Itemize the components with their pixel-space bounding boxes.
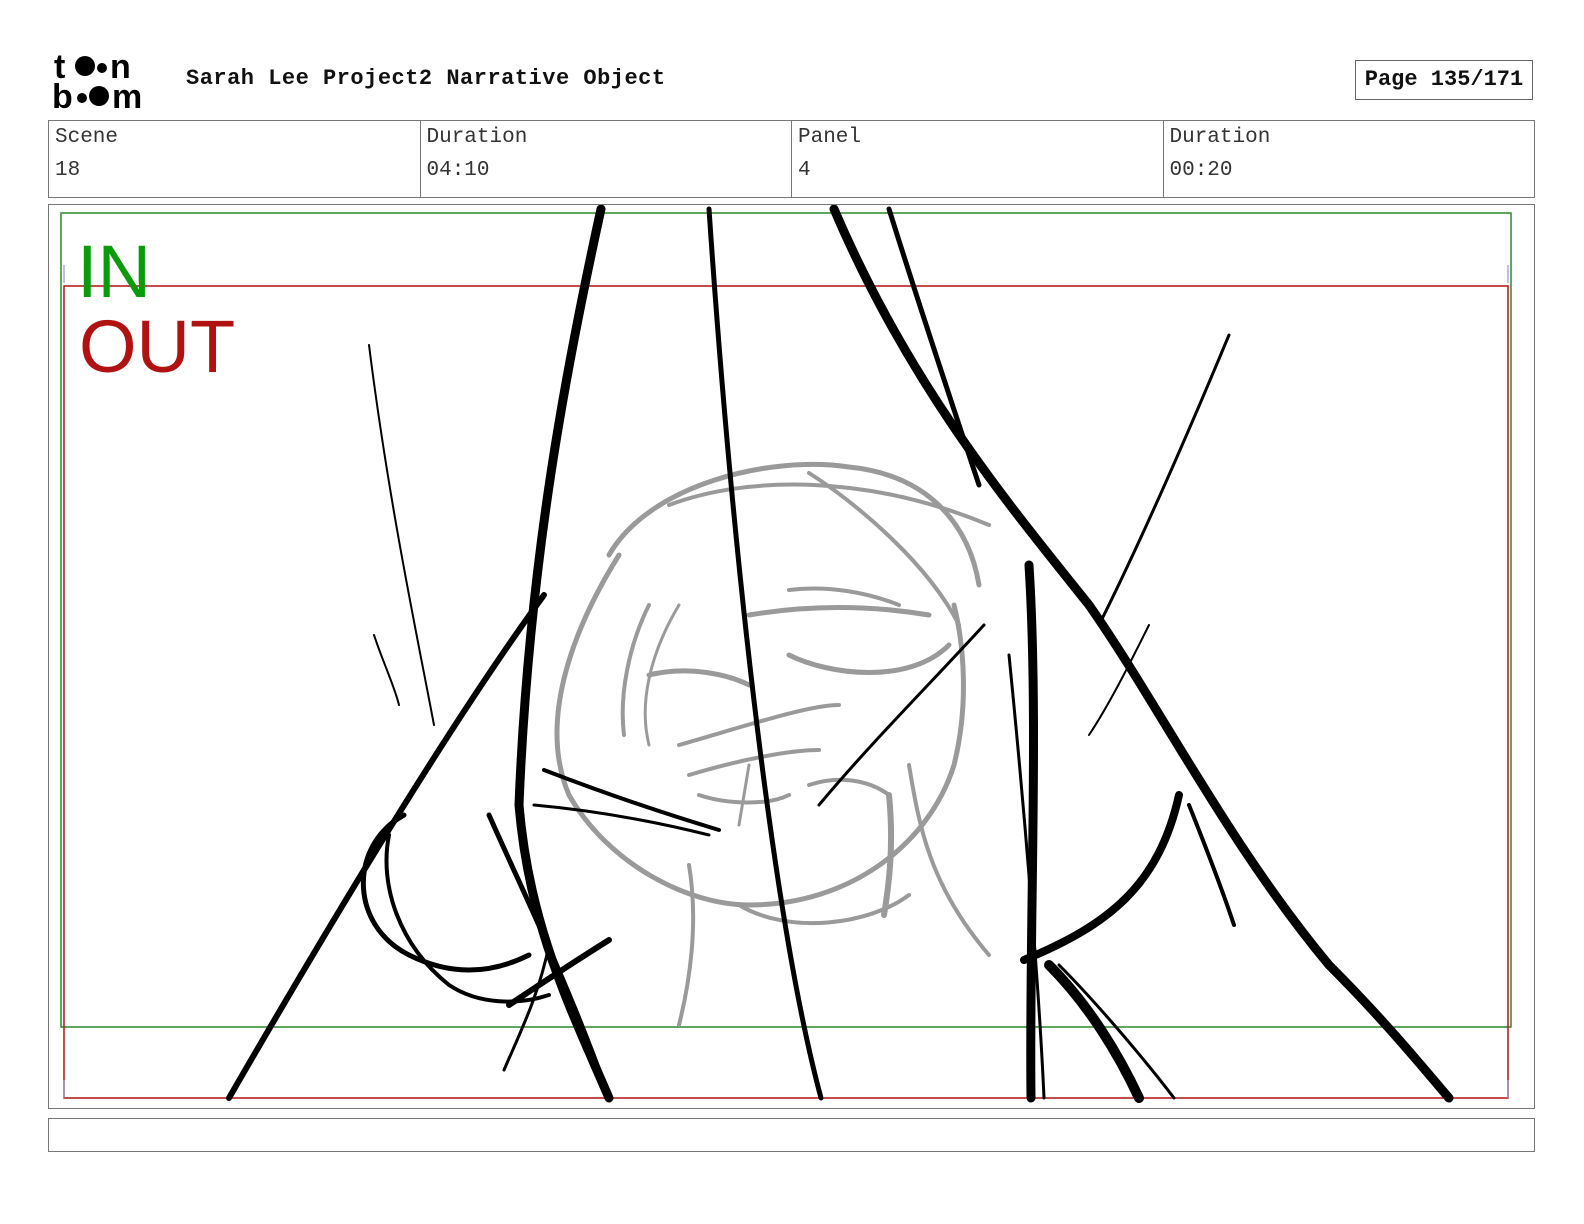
scene-duration-label: Duration: [426, 126, 528, 149]
svg-text:m: m: [112, 78, 142, 112]
scene-label: Scene: [55, 126, 119, 149]
out-frame: [63, 285, 1509, 1099]
face-sketch: [554, 462, 991, 1027]
svg-text:b: b: [52, 78, 73, 112]
page-indicator: Page 135/171: [1355, 60, 1533, 100]
in-frame-label: IN: [77, 230, 151, 313]
panel-label: Panel: [798, 126, 862, 149]
in-frame: [60, 212, 1512, 1028]
toon-boom-logo: t n b m: [52, 48, 164, 116]
frame-markers: [63, 265, 1509, 1098]
out-frame-label: OUT: [79, 305, 236, 388]
panel-duration-value: 00:20: [1169, 159, 1233, 182]
scene-value: 18: [55, 159, 81, 182]
project-title: Sarah Lee Project2 Narrative Object: [186, 66, 666, 91]
panel-cell: Panel 4: [792, 121, 1164, 197]
storyboard-panel: IN OUT: [48, 204, 1535, 1109]
scene-duration-value: 04:10: [426, 159, 490, 182]
foreground-lines: [226, 205, 1454, 1103]
panel-notes-box: [48, 1118, 1535, 1152]
scene-info-table: Scene 18 Duration 04:10 Panel 4 Duration…: [48, 120, 1535, 198]
scene-duration-cell: Duration 04:10: [421, 121, 792, 197]
panel-value: 4: [798, 159, 811, 182]
panel-duration-cell: Duration 00:20: [1164, 121, 1535, 197]
scene-cell: Scene 18: [49, 121, 421, 197]
panel-duration-label: Duration: [1169, 126, 1271, 149]
panel-drawing: [60, 205, 1512, 1103]
